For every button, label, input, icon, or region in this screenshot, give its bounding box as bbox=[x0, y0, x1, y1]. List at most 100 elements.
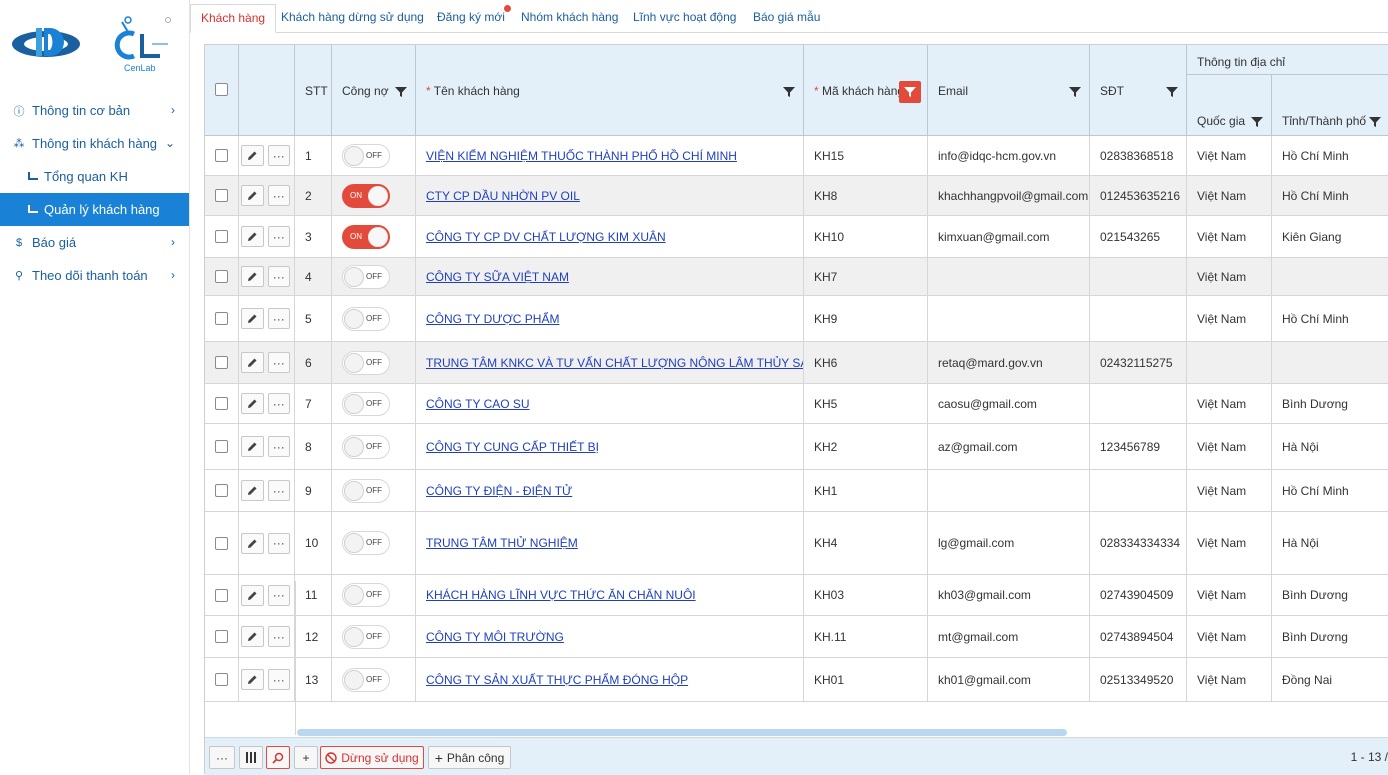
row-checkbox[interactable] bbox=[215, 230, 228, 243]
more-actions-button[interactable]: ··· bbox=[267, 480, 290, 501]
customer-name-link[interactable]: CÔNG TY DƯỢC PHẨM bbox=[426, 312, 559, 326]
edit-button[interactable] bbox=[241, 393, 264, 414]
more-actions-button[interactable]: ··· bbox=[267, 393, 290, 414]
stop-using-button[interactable]: Dừng sử dụng bbox=[320, 746, 424, 769]
edit-button[interactable] bbox=[241, 436, 264, 457]
active-filter-icon[interactable] bbox=[899, 81, 921, 103]
edit-button[interactable] bbox=[241, 626, 264, 647]
filter-icon[interactable] bbox=[1369, 116, 1381, 128]
table-row[interactable]: ··· 13 OFF CÔNG TY SẢN XUẤT THỰC PHẨM ĐÓNG … bbox=[205, 658, 1388, 702]
edit-button[interactable] bbox=[241, 185, 264, 206]
row-checkbox[interactable] bbox=[215, 673, 228, 686]
horizontal-scrollbar[interactable] bbox=[297, 729, 1067, 736]
cenlab-logo[interactable]: CenLab bbox=[112, 14, 176, 76]
row-checkbox[interactable] bbox=[215, 484, 228, 497]
row-checkbox[interactable] bbox=[215, 312, 228, 325]
row-checkbox[interactable] bbox=[215, 536, 228, 550]
assign-button[interactable]: + Phân công bbox=[428, 746, 511, 769]
customer-name-link[interactable]: CTY CP DẦU NHỜN PV OIL bbox=[426, 189, 580, 203]
row-checkbox[interactable] bbox=[215, 356, 228, 369]
table-row[interactable]: ··· 5 OFF CÔNG TY DƯỢC PHẨM KH9 Việt Nam Hồ Ch… bbox=[205, 296, 1388, 342]
table-row[interactable]: ··· 2 ON CTY CP DẦU NHỜN PV OIL KH8 khachhang… bbox=[205, 176, 1388, 216]
row-checkbox[interactable] bbox=[215, 270, 228, 283]
debt-toggle[interactable]: OFF bbox=[342, 478, 390, 503]
filter-icon[interactable] bbox=[1251, 116, 1263, 128]
table-row[interactable]: ··· 1 OFF VIỆN KIỂM NGHIỆM THUỐC THÀNH PHỐ … bbox=[205, 136, 1388, 176]
menu-customer-management[interactable]: Quản lý khách hàng bbox=[0, 193, 189, 226]
edit-button[interactable] bbox=[241, 266, 264, 287]
debt-toggle[interactable]: ON bbox=[342, 183, 390, 208]
more-actions-button[interactable]: ··· bbox=[267, 145, 290, 166]
more-button[interactable]: ··· bbox=[209, 746, 235, 769]
customer-name-link[interactable]: CÔNG TY ĐIỆN - ĐIỆN TỬ bbox=[426, 484, 572, 498]
table-row[interactable]: ··· 12 OFF CÔNG TY MÔI TRƯỜNG KH.11 mt@gmail.… bbox=[205, 616, 1388, 658]
customer-name-link[interactable]: VIỆN KIỂM NGHIỆM THUỐC THÀNH PHỐ HỒ CHÍ … bbox=[426, 149, 737, 163]
customer-name-link[interactable]: CÔNG TY SỮA VIỆT NAM bbox=[426, 270, 569, 284]
edit-button[interactable] bbox=[241, 584, 264, 606]
more-actions-button[interactable]: ··· bbox=[267, 532, 290, 554]
menu-customer-info[interactable]: ⁂ Thông tin khách hàng ⌄ bbox=[0, 127, 189, 160]
edit-button[interactable] bbox=[241, 669, 264, 690]
debt-toggle[interactable]: OFF bbox=[342, 531, 390, 555]
menu-customer-overview[interactable]: Tổng quan KH bbox=[0, 160, 189, 193]
debt-toggle[interactable]: OFF bbox=[342, 667, 390, 692]
debt-toggle[interactable]: OFF bbox=[342, 624, 390, 649]
customer-name-link[interactable]: CÔNG TY MÔI TRƯỜNG bbox=[426, 630, 564, 644]
filter-icon[interactable] bbox=[783, 86, 795, 98]
more-actions-button[interactable]: ··· bbox=[267, 226, 290, 247]
more-actions-button[interactable]: ··· bbox=[267, 185, 290, 206]
customer-name-link[interactable]: CÔNG TY CUNG CẤP THIẾT BỊ bbox=[426, 440, 599, 454]
row-checkbox[interactable] bbox=[215, 588, 228, 602]
debt-toggle[interactable]: OFF bbox=[342, 143, 390, 168]
more-actions-button[interactable]: ··· bbox=[267, 626, 290, 647]
tab-customer-groups[interactable]: Nhóm khách hàng bbox=[511, 4, 628, 33]
edit-button[interactable] bbox=[241, 308, 264, 329]
debt-toggle[interactable]: OFF bbox=[342, 264, 390, 289]
customer-name-link[interactable]: CÔNG TY CP DV CHẤT LƯỢNG KIM XUÂN bbox=[426, 230, 666, 244]
select-all-checkbox[interactable] bbox=[215, 83, 228, 96]
row-checkbox[interactable] bbox=[215, 189, 228, 202]
more-actions-button[interactable]: ··· bbox=[267, 266, 290, 287]
filter-icon[interactable] bbox=[1069, 86, 1081, 98]
customer-name-link[interactable]: CÔNG TY SẢN XUẤT THỰC PHẨM ĐÓNG HỘP bbox=[426, 673, 688, 687]
more-actions-button[interactable]: ··· bbox=[267, 669, 290, 690]
customer-name-link[interactable]: TRUNG TÂM THỬ NGHIỆM bbox=[426, 536, 578, 550]
more-actions-button[interactable]: ··· bbox=[267, 308, 290, 329]
edit-button[interactable] bbox=[241, 226, 264, 247]
debt-toggle[interactable]: ON bbox=[342, 224, 390, 249]
edit-button[interactable] bbox=[241, 352, 264, 373]
add-button[interactable]: + bbox=[294, 746, 318, 769]
table-row[interactable]: ··· 9 OFF CÔNG TY ĐIỆN - ĐIỆN TỬ KH1 Việt Nam… bbox=[205, 470, 1388, 512]
customer-name-link[interactable]: TRUNG TÂM KNKC VÀ TƯ VẤN CHẤT LƯỢNG NÔNG… bbox=[426, 356, 803, 370]
menu-quotation[interactable]: $ Báo giá › bbox=[0, 226, 189, 259]
edit-button[interactable] bbox=[241, 145, 264, 166]
more-actions-button[interactable]: ··· bbox=[267, 584, 290, 606]
table-row[interactable]: ··· 7 OFF CÔNG TY CAO SU KH5 caosu@gmail.com V… bbox=[205, 384, 1388, 424]
tab-inactive-customers[interactable]: Khách hàng dừng sử dụng bbox=[271, 4, 434, 33]
table-row[interactable]: ··· 3 ON CÔNG TY CP DV CHẤT LƯỢNG KIM XUÂN K… bbox=[205, 216, 1388, 258]
debt-toggle[interactable]: OFF bbox=[342, 583, 390, 607]
debt-toggle[interactable]: OFF bbox=[342, 434, 390, 459]
row-checkbox[interactable] bbox=[215, 397, 228, 410]
filter-icon[interactable] bbox=[1166, 86, 1178, 98]
table-row[interactable]: ··· 6 OFF TRUNG TÂM KNKC VÀ TƯ VẤN CHẤT LƯỢ… bbox=[205, 342, 1388, 384]
edit-button[interactable] bbox=[241, 532, 264, 554]
tab-fields-of-activity[interactable]: Lĩnh vực hoạt động bbox=[623, 4, 746, 33]
debt-toggle[interactable]: OFF bbox=[342, 350, 390, 375]
row-checkbox[interactable] bbox=[215, 149, 228, 162]
tab-new-registrations[interactable]: Đăng ký mới bbox=[427, 4, 515, 33]
customer-name-link[interactable]: KHÁCH HÀNG LĨNH VỰC THỨC ĂN CHĂN NUÔI bbox=[426, 588, 696, 602]
menu-payment-tracking[interactable]: ⚲ Theo dõi thanh toán › bbox=[0, 259, 189, 292]
more-actions-button[interactable]: ··· bbox=[267, 352, 290, 373]
table-row[interactable]: ··· 4 OFF CÔNG TY SỮA VIỆT NAM KH7 Việt Nam bbox=[205, 258, 1388, 296]
columns-button[interactable] bbox=[239, 746, 263, 769]
edit-button[interactable] bbox=[241, 480, 264, 501]
search-button[interactable] bbox=[266, 746, 290, 769]
table-row[interactable]: ··· 8 OFF CÔNG TY CUNG CẤP THIẾT BỊ KH2 az@gm… bbox=[205, 424, 1388, 470]
tab-sample-quotes[interactable]: Báo giá mẫu bbox=[743, 4, 830, 33]
debt-toggle[interactable]: OFF bbox=[342, 306, 390, 331]
company-logo[interactable] bbox=[10, 22, 82, 62]
table-row[interactable]: ··· 11 OFF KHÁCH HÀNG LĨNH VỰC THỨC ĂN CHĂN… bbox=[205, 575, 1388, 616]
menu-basic-info[interactable]: ⓘ Thông tin cơ bản › bbox=[0, 94, 189, 127]
filter-icon[interactable] bbox=[395, 86, 407, 98]
